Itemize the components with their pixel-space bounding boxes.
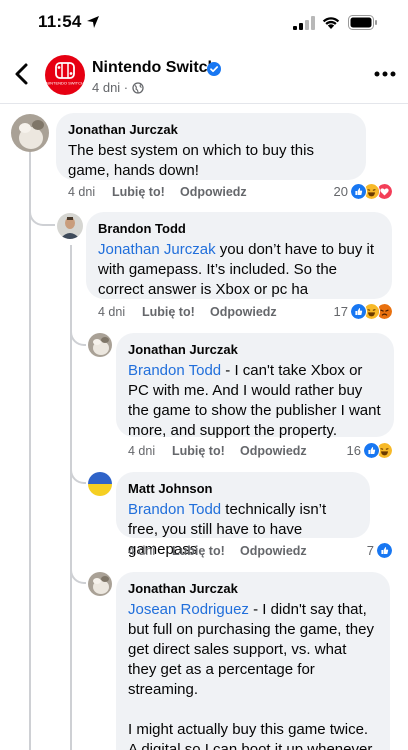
mention-link[interactable]: Josean Rodriguez — [128, 601, 249, 618]
reaction-count: 17 — [333, 304, 348, 319]
comment-bubble: Brandon Todd Jonathan Jurczak you don’t … — [86, 212, 392, 299]
comment-text: The best system on which to buy this gam… — [68, 142, 314, 179]
comment-actions: 4 dni Lubię to! Odpowiedz — [128, 444, 328, 460]
verified-badge-icon — [207, 62, 221, 76]
comment-text: Jonathan Jurczak you don’t have to buy i… — [98, 240, 380, 300]
comment-bubble: Jonathan Jurczak Brandon Todd - I can't … — [116, 333, 394, 439]
comment-actions: 4 dni Lubię to! Odpowiedz — [68, 185, 268, 201]
comment-bubble: Jonathan Jurczak The best system on whic… — [56, 113, 366, 180]
status-time: 11:54 — [38, 12, 82, 31]
reaction-count: 16 — [346, 443, 361, 458]
like-icon — [350, 183, 367, 200]
post-header: NINTENDO SWITCH Nintendo Switch 4 dni · — [0, 50, 408, 100]
post-time[interactable]: 4 dni · — [92, 80, 128, 95]
nintendo-switch-avatar[interactable]: NINTENDO SWITCH — [45, 55, 85, 95]
comment-actions: 4 dni Lubię to! Odpowiedz — [98, 305, 298, 321]
like-button[interactable]: Lubię to! — [112, 185, 165, 199]
thread-connector — [70, 456, 86, 484]
more-options-icon[interactable] — [374, 71, 396, 77]
reaction-summary[interactable]: 20 — [320, 183, 400, 201]
location-arrow-icon — [87, 16, 99, 28]
comment-author[interactable]: Jonathan Jurczak — [128, 341, 382, 358]
reply-button[interactable]: Odpowiedz — [240, 444, 307, 458]
cellular-signal-icon — [293, 16, 315, 30]
header-divider — [0, 103, 408, 104]
comment-actions: 4 dni Lubię to! Odpowiedz — [128, 544, 328, 560]
avatar[interactable] — [57, 213, 83, 239]
like-icon — [350, 303, 367, 320]
page-name[interactable]: Nintendo Switch — [92, 59, 217, 77]
like-button[interactable]: Lubię to! — [172, 544, 225, 558]
globe-icon — [132, 82, 144, 94]
reaction-count: 7 — [366, 543, 374, 558]
thread-line-main — [29, 152, 31, 750]
like-button[interactable]: Lubię to! — [142, 305, 195, 319]
comment-text: Josean Rodriguez - I didn't say that, bu… — [128, 600, 378, 700]
reply-button[interactable]: Odpowiedz — [210, 305, 277, 319]
mention-link[interactable]: Jonathan Jurczak — [98, 241, 216, 258]
comment-time[interactable]: 4 dni — [128, 544, 155, 558]
nintendo-switch-logo-icon: NINTENDO SWITCH — [46, 62, 84, 86]
comment-bubble: Matt Johnson Brandon Todd technically is… — [116, 472, 370, 558]
status-bar: 11:54 — [0, 0, 408, 46]
like-icon — [363, 442, 380, 459]
mention-link[interactable]: Brandon Todd — [128, 362, 221, 379]
like-button[interactable]: Lubię to! — [172, 444, 225, 458]
reaction-summary[interactable]: 17 — [320, 303, 400, 321]
reaction-summary[interactable]: 16 — [333, 442, 399, 460]
reaction-summary[interactable]: 7 — [346, 542, 398, 560]
reply-button[interactable]: Odpowiedz — [240, 544, 307, 558]
comment-author[interactable]: Brandon Todd — [98, 220, 380, 237]
like-icon — [376, 542, 393, 559]
comment-time[interactable]: 4 dni — [128, 444, 155, 458]
avatar[interactable] — [88, 472, 112, 496]
back-chevron-icon[interactable] — [12, 62, 32, 86]
avatar[interactable] — [88, 333, 112, 357]
reaction-count: 20 — [333, 184, 348, 199]
mention-link[interactable]: Brandon Todd — [128, 501, 221, 518]
comment-author[interactable]: Jonathan Jurczak — [128, 580, 378, 597]
reply-button[interactable]: Odpowiedz — [180, 185, 247, 199]
comment-author[interactable]: Jonathan Jurczak — [68, 121, 354, 138]
battery-icon — [348, 15, 377, 30]
comment-bubble: Jonathan Jurczak Josean Rodriguez - I di… — [116, 572, 390, 750]
wifi-icon — [322, 17, 340, 29]
thread-connector — [70, 318, 86, 346]
comment-text: Brandon Todd - I can't take Xbox or PC w… — [128, 361, 382, 441]
comment-time[interactable]: 4 dni — [68, 185, 95, 199]
comment-time[interactable]: 4 dni — [98, 305, 125, 319]
avatar[interactable] — [88, 572, 112, 596]
thread-connector — [29, 188, 55, 226]
comment-author[interactable]: Matt Johnson — [128, 480, 358, 497]
logo-text: NINTENDO SWITCH — [46, 81, 84, 86]
thread-connector — [70, 556, 86, 584]
avatar[interactable] — [11, 114, 49, 152]
comment-text-paragraph: I might actually buy this game twice. A … — [128, 721, 376, 750]
